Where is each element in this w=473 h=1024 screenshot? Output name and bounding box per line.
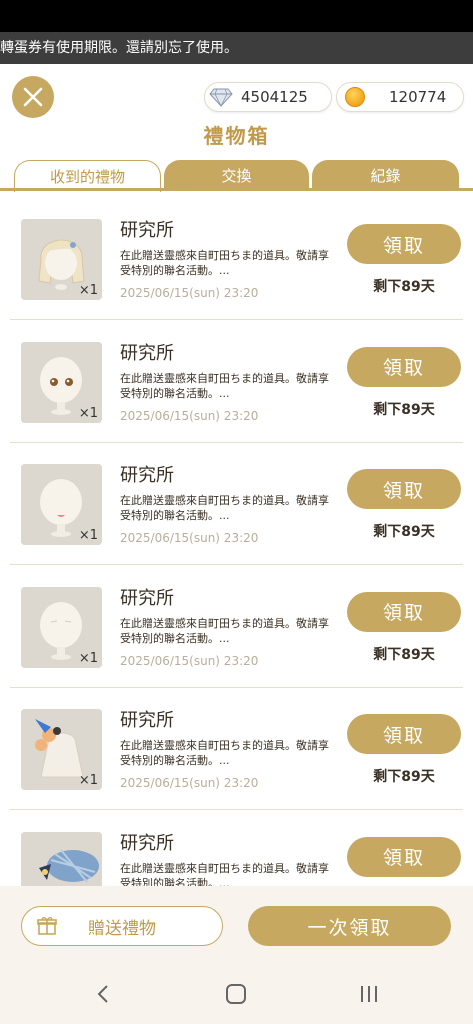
gift-icon [37,917,57,935]
item-description: 在此贈送靈感來自町田ちま的道具。敬請享受特別的聯名活動。... [120,616,329,645]
send-gift-button[interactable]: 贈送禮物 [21,906,223,946]
send-gift-label: 贈送禮物 [88,918,156,939]
item-title: 研究所 [120,342,174,364]
hair-icon: ×1 [21,219,102,300]
coin-counter[interactable]: 120774 [336,82,464,112]
outfit-icon: ×1 [21,709,102,790]
page-title: 禮物箱 [203,124,270,148]
tab-exchange[interactable]: 交換 [164,160,309,190]
gift-list-item: ×1 研究所在此贈送靈感來自町田ちま的道具。敬請享受特別的聯名活動。... 2025… [10,321,463,443]
footer-bar: 贈送禮物 一次領取 [0,886,473,964]
claim-button[interactable]: 領取 [347,346,461,387]
claim-button[interactable]: 領取 [347,836,461,877]
item-title: 研究所 [120,587,174,609]
item-date: 2025/06/15(sun) 23:20 [120,531,259,545]
item-quantity: ×1 [78,405,98,421]
eyes-icon: ×1 [21,341,102,423]
gift-list-item: ×1 研究所在此贈送靈感來自町田ちま的道具。敬請享受特別的聯名活動。... 2025… [10,566,463,688]
item-quantity: ×1 [78,773,98,788]
back-icon[interactable] [92,982,116,1006]
claim-all-button[interactable]: 一次領取 [248,906,451,946]
remaining-days: 剩下89天 [373,646,435,663]
claim-button[interactable]: 領取 [347,469,461,509]
remaining-days: 剩下89天 [373,524,435,540]
item-description: 在此贈送靈感來自町田ちま的道具。敬請享受特別的聯名活動。... [120,739,329,767]
item-description: 在此贈送靈感來自町田ちま的道具。敬請享受特別的聯名活動。... [120,861,329,887]
hat-icon [21,831,102,886]
gift-list-item: 研究所在此贈送靈感來自町田ちま的道具。敬請享受特別的聯名活動。... 領取 [10,811,463,887]
recents-icon[interactable] [357,982,381,1006]
item-date: 2025/06/15(sun) 23:20 [120,408,259,423]
close-button[interactable] [12,76,54,118]
tab-history[interactable]: 紀錄 [312,160,459,190]
claim-button[interactable]: 領取 [347,224,461,264]
item-title: 研究所 [120,465,174,486]
item-date: 2025/06/15(sun) 23:20 [120,653,259,668]
status-bar [0,0,473,32]
header: 4504125 120774 禮物箱 收到的禮物 交換 紀錄 [0,64,473,194]
item-description: 在此贈送靈感來自町田ちま的道具。敬請享受特別的聯名活動。... [120,249,329,277]
tab-underline [0,188,473,191]
item-quantity: ×1 [78,650,98,666]
notice-banner: 轉蛋券有使用期限。還請別忘了使用。 [0,32,473,64]
claim-button[interactable]: 領取 [347,714,461,754]
face-icon: ×1 [21,586,102,668]
remaining-days: 剩下89天 [373,769,435,785]
system-nav-bar [0,964,473,1024]
close-icon [23,87,43,107]
gift-list-item: ×1 研究所在此贈送靈感來自町田ちま的道具。敬請享受特別的聯名活動。... 2025… [10,688,463,810]
remaining-days: 剩下89天 [373,401,435,418]
coin-count: 120774 [389,88,447,106]
item-title: 研究所 [120,220,174,241]
gem-count: 4504125 [241,88,308,106]
mouth-icon: ×1 [21,464,102,545]
item-title: 研究所 [120,832,174,854]
diamond-icon [209,85,233,109]
item-title: 研究所 [120,710,174,731]
gift-list-item: ×1 研究所在此贈送靈感來自町田ちま的道具。敬請享受特別的聯名活動。... 2025… [10,443,463,565]
coin-icon [343,85,367,109]
gift-list-item: ×1 研究所在此贈送靈感來自町田ちま的道具。敬請享受特別的聯名活動。... 2025… [10,198,463,320]
home-icon[interactable] [224,982,248,1006]
item-quantity: ×1 [78,528,98,543]
item-description: 在此贈送靈感來自町田ちま的道具。敬請享受特別的聯名活動。... [120,371,329,400]
claim-button[interactable]: 領取 [347,591,461,632]
gift-list[interactable]: ×1 研究所 在此贈送靈感來自町田ちま的道具。敬請享受特別的聯名活動。... 2025… [0,198,473,886]
item-date: 2025/06/15(sun) 23:20 [120,776,259,790]
item-description: 在此贈送靈感來自町田ちま的道具。敬請享受特別的聯名活動。... [120,494,329,522]
gem-counter[interactable]: 4504125 [204,82,332,112]
item-quantity: ×1 [78,283,98,298]
item-date: 2025/06/15(sun) 23:20 [120,286,259,300]
remaining-days: 剩下89天 [373,279,435,295]
